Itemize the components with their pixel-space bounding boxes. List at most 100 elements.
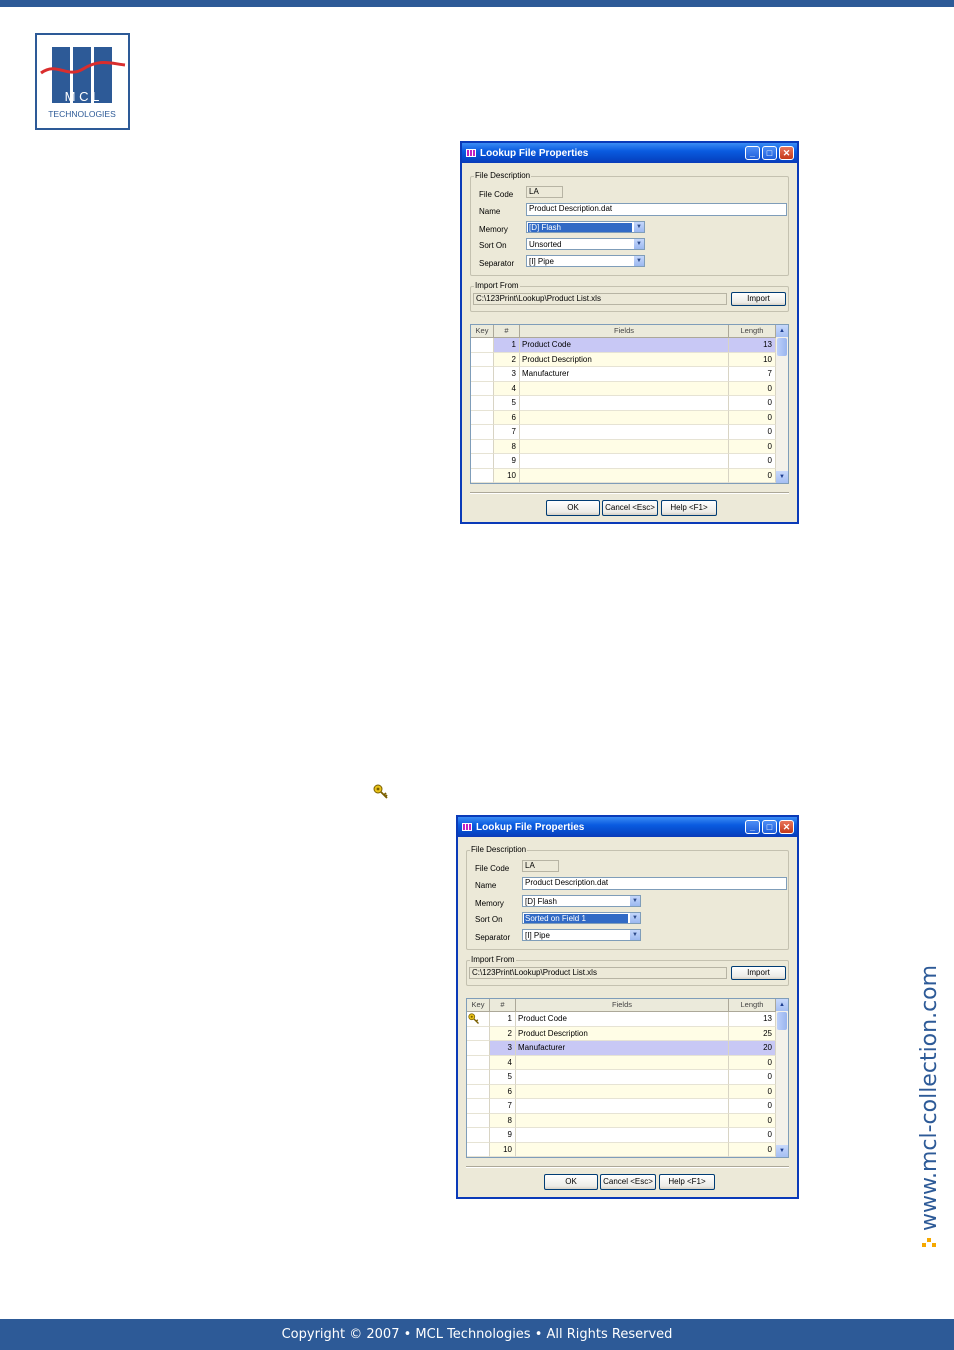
key-cell[interactable] xyxy=(471,381,494,396)
key-cell[interactable] xyxy=(467,1113,490,1128)
close-button[interactable]: ✕ xyxy=(779,820,794,834)
vertical-scrollbar[interactable]: ▲ ▼ xyxy=(776,325,788,483)
field-length-cell[interactable]: 0 xyxy=(729,1070,776,1085)
table-row[interactable]: 50 xyxy=(471,396,776,411)
table-row[interactable]: 2 Product Description 25 xyxy=(467,1026,776,1041)
key-cell[interactable] xyxy=(471,338,494,353)
import-button[interactable]: Import xyxy=(731,966,786,980)
cancel-button[interactable]: Cancel <Esc> xyxy=(602,500,658,516)
table-row[interactable]: 80 xyxy=(471,439,776,454)
field-length-cell[interactable]: 0 xyxy=(729,1099,776,1114)
key-cell[interactable] xyxy=(467,1142,490,1157)
key-cell[interactable] xyxy=(467,1041,490,1056)
column-header-fields[interactable]: Fields xyxy=(516,999,729,1012)
sort-on-select[interactable]: Unsorted ▼ xyxy=(526,238,645,250)
table-row[interactable]: 10 0 xyxy=(467,1142,776,1157)
scroll-down-icon[interactable]: ▼ xyxy=(776,1145,788,1157)
key-cell[interactable] xyxy=(467,1070,490,1085)
column-header-length[interactable]: Length xyxy=(729,325,776,338)
table-row[interactable]: 40 xyxy=(471,381,776,396)
field-name-cell[interactable] xyxy=(520,396,729,411)
key-cell[interactable] xyxy=(467,1084,490,1099)
column-header-num[interactable]: # xyxy=(490,999,516,1012)
field-name-cell[interactable] xyxy=(516,1055,729,1070)
field-name-cell[interactable] xyxy=(516,1128,729,1143)
maximize-button[interactable]: □ xyxy=(762,820,777,834)
field-name-cell[interactable]: Product Description xyxy=(520,352,729,367)
minimize-button[interactable]: _ xyxy=(745,146,760,160)
field-name-cell[interactable] xyxy=(520,439,729,454)
column-header-key[interactable]: Key xyxy=(471,325,494,338)
field-length-cell[interactable]: 0 xyxy=(729,410,776,425)
table-row[interactable]: 70 xyxy=(471,425,776,440)
help-button[interactable]: Help <F1> xyxy=(659,1174,715,1190)
column-header-length[interactable]: Length xyxy=(729,999,776,1012)
chevron-down-icon[interactable]: ▼ xyxy=(629,930,640,940)
import-button[interactable]: Import xyxy=(731,292,786,306)
field-length-cell[interactable]: 0 xyxy=(729,468,776,483)
table-row[interactable]: 1 Product Code 13 xyxy=(471,338,776,353)
table-row[interactable]: 60 xyxy=(471,410,776,425)
field-name-cell[interactable] xyxy=(516,1070,729,1085)
table-row[interactable]: 70 xyxy=(467,1099,776,1114)
field-length-cell[interactable]: 0 xyxy=(729,1055,776,1070)
table-row[interactable]: 60 xyxy=(467,1084,776,1099)
key-cell[interactable] xyxy=(471,425,494,440)
key-cell[interactable] xyxy=(471,352,494,367)
field-length-cell[interactable]: 0 xyxy=(729,439,776,454)
scroll-up-icon[interactable]: ▲ xyxy=(776,999,788,1011)
column-header-key[interactable]: Key xyxy=(467,999,490,1012)
field-name-cell[interactable] xyxy=(520,425,729,440)
column-header-fields[interactable]: Fields xyxy=(520,325,729,338)
close-button[interactable]: ✕ xyxy=(779,146,794,160)
table-row[interactable]: 80 xyxy=(467,1113,776,1128)
field-name-cell[interactable] xyxy=(516,1142,729,1157)
field-name-cell[interactable]: Manufacturer xyxy=(520,367,729,382)
field-name-cell[interactable] xyxy=(516,1099,729,1114)
chevron-down-icon[interactable]: ▼ xyxy=(633,239,644,249)
vertical-scrollbar[interactable]: ▲ ▼ xyxy=(776,999,788,1157)
scroll-thumb[interactable] xyxy=(777,1012,787,1030)
field-name-cell[interactable] xyxy=(520,410,729,425)
key-cell[interactable] xyxy=(467,1012,490,1027)
field-name-cell[interactable]: Product Code xyxy=(516,1012,729,1027)
table-row[interactable]: 10 0 xyxy=(471,468,776,483)
key-cell[interactable] xyxy=(467,1026,490,1041)
field-name-cell[interactable]: Product Description xyxy=(516,1026,729,1041)
fields-table[interactable]: Key # Fields Length 1 Product Code 13 2 Product … xyxy=(470,324,789,484)
field-name-cell[interactable] xyxy=(520,381,729,396)
cancel-button[interactable]: Cancel <Esc> xyxy=(600,1174,656,1190)
table-row[interactable]: 2 Product Description 10 xyxy=(471,352,776,367)
field-name-cell[interactable] xyxy=(520,454,729,469)
table-row[interactable]: 3 Manufacturer 7 xyxy=(471,367,776,382)
key-cell[interactable] xyxy=(471,410,494,425)
key-cell[interactable] xyxy=(471,367,494,382)
key-cell[interactable] xyxy=(467,1055,490,1070)
field-name-cell[interactable] xyxy=(520,468,729,483)
field-length-cell[interactable]: 13 xyxy=(729,1012,776,1027)
field-length-cell[interactable]: 0 xyxy=(729,1113,776,1128)
sort-on-select[interactable]: Sorted on Field 1 ▼ xyxy=(522,912,641,924)
help-button[interactable]: Help <F1> xyxy=(661,500,717,516)
scroll-down-icon[interactable]: ▼ xyxy=(776,471,788,483)
field-name-cell[interactable]: Product Code xyxy=(520,338,729,353)
chevron-down-icon[interactable]: ▼ xyxy=(629,913,640,923)
key-cell[interactable] xyxy=(471,396,494,411)
field-length-cell[interactable]: 20 xyxy=(729,1041,776,1056)
chevron-down-icon[interactable]: ▼ xyxy=(633,222,644,232)
chevron-down-icon[interactable]: ▼ xyxy=(629,896,640,906)
field-length-cell[interactable]: 0 xyxy=(729,425,776,440)
field-length-cell[interactable]: 0 xyxy=(729,1142,776,1157)
name-field[interactable]: Product Description.dat xyxy=(526,203,787,216)
field-length-cell[interactable]: 7 xyxy=(729,367,776,382)
field-length-cell[interactable]: 0 xyxy=(729,1128,776,1143)
memory-select[interactable]: [D] Flash ▼ xyxy=(526,221,645,233)
key-cell[interactable] xyxy=(471,468,494,483)
scroll-up-icon[interactable]: ▲ xyxy=(776,325,788,337)
key-cell[interactable] xyxy=(471,439,494,454)
field-name-cell[interactable] xyxy=(516,1113,729,1128)
ok-button[interactable]: OK xyxy=(544,1174,598,1190)
separator-select[interactable]: [I] Pipe ▼ xyxy=(526,255,645,267)
field-name-cell[interactable]: Manufacturer xyxy=(516,1041,729,1056)
field-length-cell[interactable]: 0 xyxy=(729,381,776,396)
